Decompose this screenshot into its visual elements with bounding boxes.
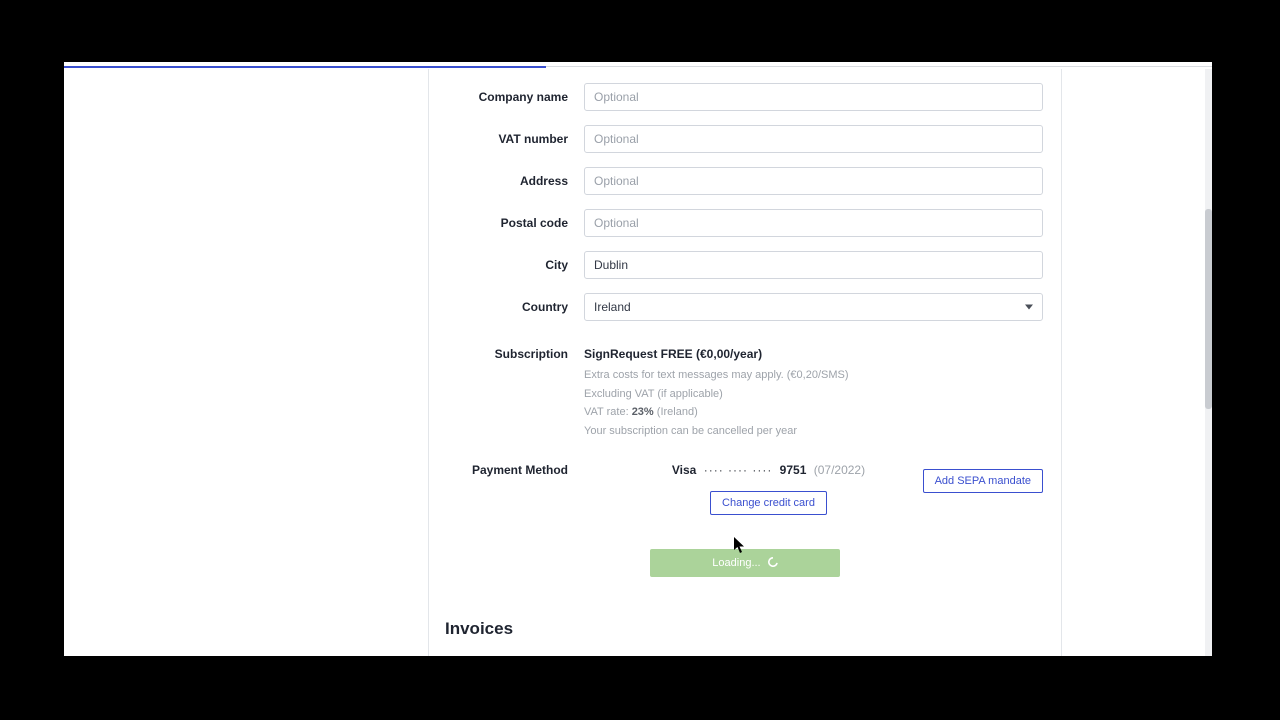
loading-label: Loading... bbox=[712, 557, 760, 569]
label-postal: Postal code bbox=[429, 216, 584, 230]
app-viewport: Company name VAT number Address Postal c… bbox=[64, 62, 1212, 656]
card-block: Visa ···· ···· ···· 9751 (07/2022) Chang… bbox=[584, 463, 913, 515]
subscription-extra: Extra costs for text messages may apply.… bbox=[584, 367, 1043, 384]
scrollbar-thumb[interactable] bbox=[1205, 209, 1212, 409]
add-sepa-button[interactable]: Add SEPA mandate bbox=[923, 469, 1043, 493]
progress-indicator bbox=[64, 66, 546, 68]
label-subscription: Subscription bbox=[429, 347, 584, 361]
label-payment: Payment Method bbox=[429, 463, 584, 477]
row-subscription: Subscription SignRequest FREE (€0,00/yea… bbox=[429, 347, 1061, 441]
change-card-button[interactable]: Change credit card bbox=[710, 491, 827, 515]
row-address: Address bbox=[429, 167, 1061, 195]
card-mask: ···· ···· ···· bbox=[704, 463, 773, 477]
vat-rate: 23% bbox=[632, 406, 654, 418]
label-city: City bbox=[429, 258, 584, 272]
label-vat: VAT number bbox=[429, 132, 584, 146]
subscription-cancel: Your subscription can be cancelled per y… bbox=[584, 423, 1043, 440]
subscription-body: SignRequest FREE (€0,00/year) Extra cost… bbox=[584, 347, 1043, 441]
vat-prefix: VAT rate: bbox=[584, 406, 632, 418]
label-address: Address bbox=[429, 174, 584, 188]
vat-country: (Ireland) bbox=[654, 406, 698, 418]
row-vat: VAT number bbox=[429, 125, 1061, 153]
label-company: Company name bbox=[429, 90, 584, 104]
input-postal[interactable] bbox=[584, 209, 1043, 237]
sepa-cell: Add SEPA mandate bbox=[913, 463, 1043, 493]
subscription-vat: VAT rate: 23% (Ireland) bbox=[584, 404, 1043, 421]
spinner-icon bbox=[768, 550, 778, 560]
invoices-heading: Invoices bbox=[445, 619, 1061, 639]
row-country: Country Ireland bbox=[429, 293, 1061, 321]
submit-loading-button[interactable]: Loading... bbox=[650, 549, 840, 577]
input-vat[interactable] bbox=[584, 125, 1043, 153]
label-country: Country bbox=[429, 300, 584, 314]
subscription-excl: Excluding VAT (if applicable) bbox=[584, 386, 1043, 403]
scrollbar-track[interactable] bbox=[1205, 69, 1212, 656]
row-company: Company name bbox=[429, 83, 1061, 111]
input-city[interactable] bbox=[584, 251, 1043, 279]
row-city: City bbox=[429, 251, 1061, 279]
row-postal: Postal code bbox=[429, 209, 1061, 237]
settings-panel: Company name VAT number Address Postal c… bbox=[428, 69, 1062, 656]
country-select-wrap: Ireland bbox=[584, 293, 1043, 321]
input-company[interactable] bbox=[584, 83, 1043, 111]
input-address[interactable] bbox=[584, 167, 1043, 195]
card-expiry: (07/2022) bbox=[814, 463, 865, 477]
card-summary: Visa ···· ···· ···· 9751 (07/2022) bbox=[624, 463, 913, 477]
subscription-title: SignRequest FREE (€0,00/year) bbox=[584, 347, 1043, 361]
card-brand: Visa bbox=[672, 463, 696, 477]
card-last4: 9751 bbox=[780, 463, 807, 477]
row-payment: Payment Method Visa ···· ···· ···· 9751 … bbox=[429, 463, 1061, 515]
select-country[interactable]: Ireland bbox=[584, 293, 1043, 321]
payment-body: Visa ···· ···· ···· 9751 (07/2022) Chang… bbox=[584, 463, 1043, 515]
